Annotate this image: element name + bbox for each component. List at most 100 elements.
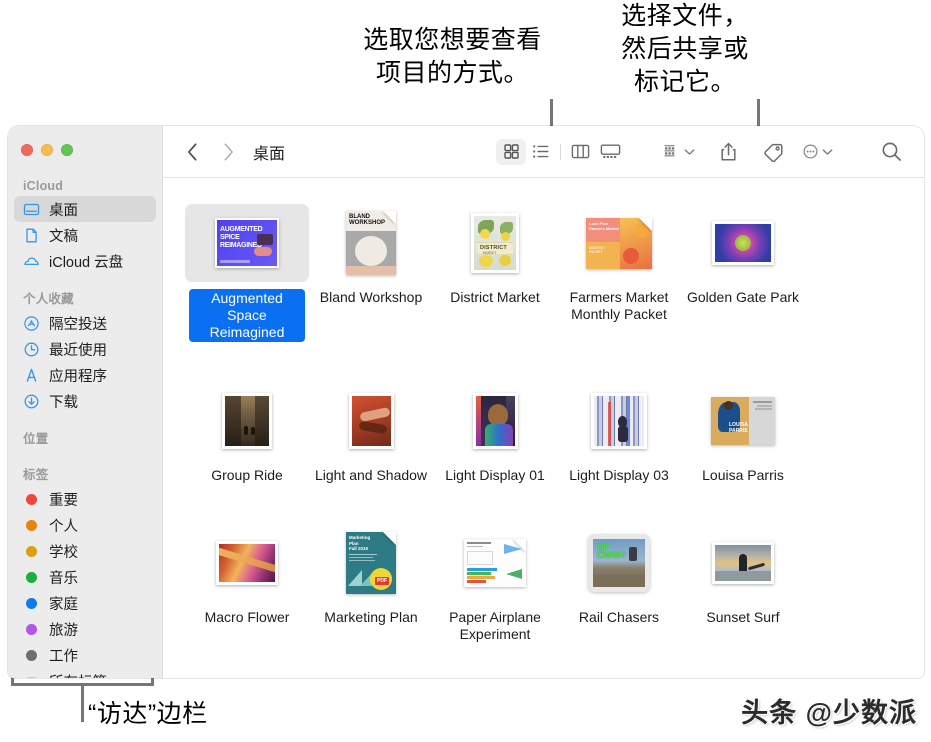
sidebar-item-tag-travel[interactable]: 旅游 xyxy=(14,616,156,642)
sidebar-item-label: 重要 xyxy=(49,492,78,509)
sidebar-item-label: 旅游 xyxy=(49,622,78,639)
tag-button[interactable] xyxy=(758,138,788,166)
tag-dot-yellow-icon xyxy=(23,543,40,560)
sidebar-item-downloads[interactable]: 下载 xyxy=(14,388,156,414)
more-actions-button[interactable] xyxy=(798,138,837,166)
file-item[interactable]: LOUISA PARRIS Louisa Parris xyxy=(681,382,805,484)
sidebar-section-tags-header: 标签 xyxy=(23,468,49,482)
sidebar-item-label: 下载 xyxy=(49,394,78,411)
file-item[interactable]: UP CWSH Rail Chasers xyxy=(557,524,681,643)
forward-button[interactable] xyxy=(213,137,243,167)
leader-line-sidebar xyxy=(81,683,84,722)
file-thumbnail xyxy=(433,382,557,460)
search-button[interactable] xyxy=(877,138,906,166)
gallery-view-button[interactable] xyxy=(595,139,625,165)
file-item[interactable]: Macro Flower xyxy=(185,524,309,643)
list-view-button[interactable] xyxy=(526,139,556,165)
file-item[interactable]: Paper Airplane Experiment xyxy=(433,524,557,643)
all-tags-icon xyxy=(23,673,40,678)
file-item[interactable]: AUGMENTED SPICE REIMAGINED Augmented Space… xyxy=(185,204,309,342)
file-thumbnail: UP CWSH xyxy=(557,524,681,602)
photo-road-thumbnail xyxy=(222,393,272,449)
file-name: Macro Flower xyxy=(204,609,290,625)
file-name: Marketing Plan xyxy=(324,609,418,625)
photo-flower-thumbnail xyxy=(712,221,774,265)
photo-macro-thumbnail xyxy=(216,541,278,585)
zoom-button[interactable] xyxy=(61,144,73,156)
photo-lemons-thumbnail: DISTRICT MARKET xyxy=(471,213,519,273)
file-item[interactable]: Lone Pine Farmers Market MONTHLY PACKET Fa… xyxy=(557,204,681,342)
sidebar-item-tag-home[interactable]: 家庭 xyxy=(14,590,156,616)
icon-view-button[interactable] xyxy=(496,138,526,165)
sidebar-item-tag-school[interactable]: 学校 xyxy=(14,538,156,564)
file-item[interactable]: BLAND WORKSHOP Bland Workshop xyxy=(309,204,433,342)
sidebar-section-favorites-header: 个人收藏 xyxy=(23,292,74,306)
sidebar-item-icloud-drive[interactable]: iCloud 云盘 xyxy=(14,248,156,274)
file-thumbnail: BLAND WORKSHOP xyxy=(309,204,433,282)
sidebar-item-desktop[interactable]: 桌面 xyxy=(14,196,156,222)
column-view-button[interactable] xyxy=(565,139,595,165)
file-thumbnail xyxy=(433,524,557,602)
sidebar-item-tag-personal[interactable]: 个人 xyxy=(14,512,156,538)
cloud-icon xyxy=(23,253,40,270)
share-button[interactable] xyxy=(715,138,742,166)
file-name: Augmented Space Reimagined xyxy=(189,289,305,342)
sidebar-item-label: 学校 xyxy=(49,544,78,561)
tag-dot-purple-icon xyxy=(23,621,40,638)
photo-rail-thumbnail: UP CWSH xyxy=(588,534,650,592)
file-thumbnail xyxy=(681,524,805,602)
clock-icon xyxy=(23,341,40,358)
pdf-marketing-thumbnail: Marketing Plan Fall 2019 PDF xyxy=(346,532,396,594)
file-name: District Market xyxy=(450,289,540,305)
sidebar-item-tag-music[interactable]: 音乐 xyxy=(14,564,156,590)
numbers-doc-thumbnail xyxy=(464,539,526,587)
callout-sidebar: “访达”边栏 xyxy=(88,700,208,728)
finder-toolbar: 桌面 xyxy=(163,126,924,178)
file-name: Golden Gate Park xyxy=(686,289,800,305)
finder-sidebar[interactable]: iCloud 桌面 文稿 iCloud 云盘 个人收藏 隔空投送 最近使用 应用… xyxy=(8,126,163,678)
file-item[interactable]: Light Display 01 xyxy=(433,382,557,484)
tag-dot-orange-icon xyxy=(23,517,40,534)
sidebar-item-tag-work[interactable]: 工作 xyxy=(14,642,156,668)
file-item[interactable]: Light Display 03 xyxy=(557,382,681,484)
sidebar-item-tag-important[interactable]: 重要 xyxy=(14,486,156,512)
back-button[interactable] xyxy=(177,137,207,167)
downloads-icon xyxy=(23,393,40,410)
sidebar-item-label: 家庭 xyxy=(49,596,78,613)
file-thumbnail xyxy=(185,524,309,602)
finder-window: iCloud 桌面 文稿 iCloud 云盘 个人收藏 隔空投送 最近使用 应用… xyxy=(8,126,924,678)
file-grid[interactable]: AUGMENTED SPICE REIMAGINED Augmented Space… xyxy=(163,178,924,678)
file-item[interactable]: Sunset Surf xyxy=(681,524,805,643)
applications-icon xyxy=(23,367,40,384)
sidebar-item-applications[interactable]: 应用程序 xyxy=(14,362,156,388)
file-thumbnail: DISTRICT MARKET xyxy=(433,204,557,282)
close-button[interactable] xyxy=(21,144,33,156)
minimize-button[interactable] xyxy=(41,144,53,156)
toolbar-divider xyxy=(560,143,561,160)
sidebar-item-label: 所有标签... xyxy=(49,671,119,679)
group-by-button[interactable] xyxy=(659,138,699,166)
watermark: 头条 @少数派 xyxy=(741,698,917,728)
file-item[interactable]: Group Ride xyxy=(185,382,309,484)
file-item[interactable]: Light and Shadow xyxy=(309,382,433,484)
sidebar-item-all-tags[interactable]: 所有标签... xyxy=(14,668,156,678)
file-name: Farmers Market Monthly Packet xyxy=(569,289,669,322)
file-item[interactable]: DISTRICT MARKET District Market xyxy=(433,204,557,342)
sidebar-item-label: 应用程序 xyxy=(49,368,107,385)
file-name: Louisa Parris xyxy=(702,467,784,483)
view-mode-segmented-control[interactable] xyxy=(496,138,625,166)
sidebar-item-documents[interactable]: 文稿 xyxy=(14,222,156,248)
file-thumbnail xyxy=(185,382,309,460)
photo-surf-thumbnail xyxy=(712,542,774,584)
file-item[interactable]: Golden Gate Park xyxy=(681,204,805,342)
sidebar-item-airdrop[interactable]: 隔空投送 xyxy=(14,310,156,336)
sidebar-item-recents[interactable]: 最近使用 xyxy=(14,336,156,362)
sidebar-section-locations-header: 位置 xyxy=(23,432,49,446)
doc-louisa-thumbnail: LOUISA PARRIS xyxy=(711,397,775,445)
airdrop-icon xyxy=(23,315,40,332)
pages-doc-thumbnail: BLAND WORKSHOP xyxy=(346,211,396,275)
chevron-down-icon xyxy=(822,143,833,161)
tag-dot-red-icon xyxy=(23,491,40,508)
document-icon xyxy=(23,227,40,244)
file-item[interactable]: Marketing Plan Fall 2019 PDF Marketing Pla… xyxy=(309,524,433,643)
